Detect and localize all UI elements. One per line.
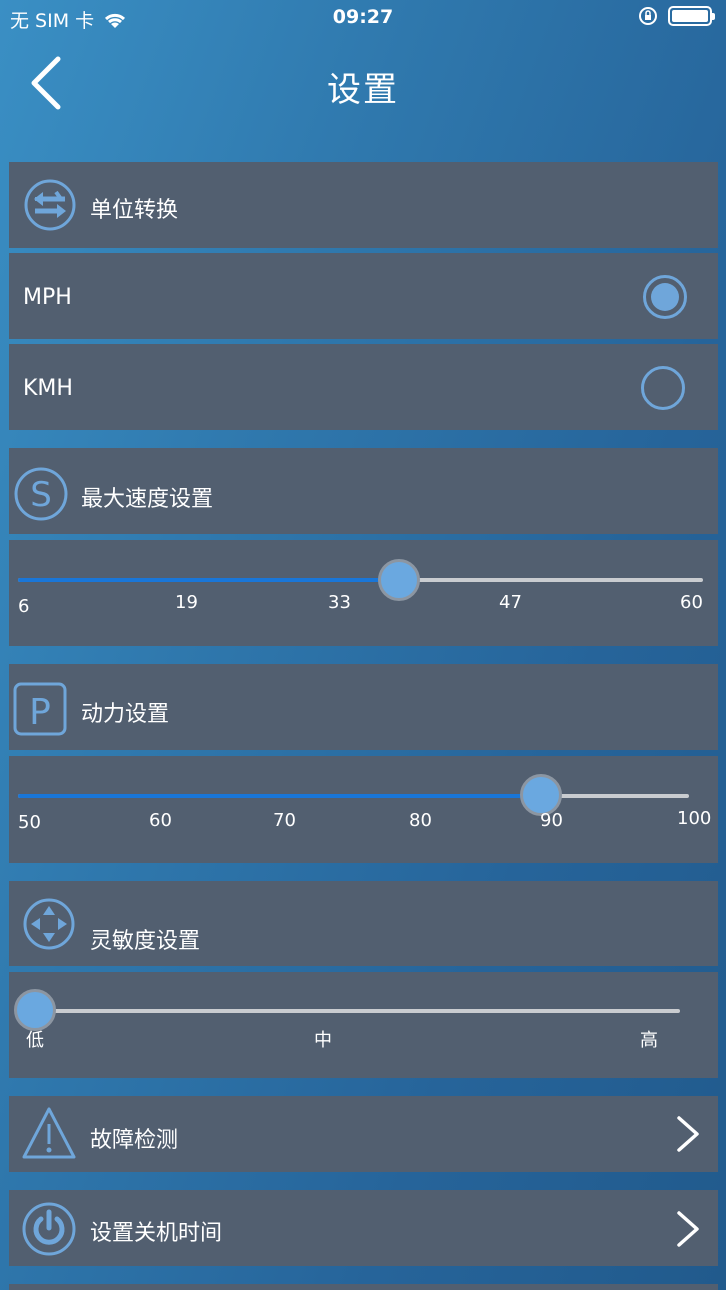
power-section-header: P 动力设置: [9, 664, 718, 750]
power-slider-panel: 50 60 70 80 90 100: [9, 756, 718, 863]
sensitivity-tick: 高: [640, 1030, 658, 1051]
warning-triangle-icon: [22, 1107, 76, 1159]
max-speed-tick: 47: [499, 592, 522, 613]
svg-text:P: P: [29, 692, 51, 733]
svg-text:S: S: [30, 475, 52, 515]
max-speed-track-fill: [18, 578, 399, 582]
power-track-fill: [18, 794, 542, 798]
parking-p-icon: P: [13, 682, 67, 736]
power-tick: 70: [273, 810, 296, 831]
max-speed-slider-panel: 6 19 33 47 60: [9, 540, 718, 646]
power-tick: 100: [677, 808, 712, 829]
sensitivity-section-title: 灵敏度设置: [90, 929, 201, 954]
rotation-lock-icon: [639, 7, 657, 25]
fault-detection-label: 故障检测: [90, 1128, 179, 1153]
unit-option-label: MPH: [23, 285, 72, 310]
max-speed-tick: 6: [18, 596, 30, 617]
battery-icon: [668, 6, 715, 26]
status-time: 09:27: [332, 6, 394, 28]
shutdown-time-label: 设置关机时间: [90, 1221, 223, 1246]
chevron-right-icon[interactable]: [675, 1211, 701, 1247]
unit-option-kmh[interactable]: KMH: [9, 344, 718, 430]
power-tick: 90: [540, 810, 563, 831]
unit-option-label: KMH: [23, 376, 73, 401]
status-bar-right: [638, 6, 715, 26]
kmh-radio[interactable]: [641, 366, 685, 410]
page-title: 设置: [327, 70, 399, 110]
power-section-title: 动力设置: [81, 702, 170, 727]
directional-pad-icon: [23, 898, 75, 950]
power-icon: [22, 1202, 76, 1256]
power-tick: 50: [18, 812, 41, 833]
unit-option-mph[interactable]: MPH: [9, 253, 718, 339]
mph-radio[interactable]: [643, 275, 687, 319]
sensitivity-tick: 中: [314, 1030, 332, 1051]
max-speed-tick: 19: [175, 592, 198, 613]
fault-detection-row[interactable]: 故障检测: [9, 1096, 718, 1172]
sensitivity-slider-panel: 低 中 高: [9, 972, 718, 1078]
speed-s-icon: S: [14, 467, 68, 521]
max-speed-title: 最大速度设置: [81, 487, 214, 512]
sensitivity-tick: 低: [26, 1030, 44, 1051]
sensitivity-track[interactable]: [35, 1009, 680, 1013]
power-tick: 80: [409, 810, 432, 831]
power-tick: 60: [149, 810, 172, 831]
unit-section-title: 单位转换: [90, 198, 179, 223]
swap-arrows-icon: [24, 179, 76, 231]
max-speed-tick: 33: [328, 592, 351, 613]
chevron-right-icon[interactable]: [675, 1116, 701, 1152]
max-speed-slider-thumb[interactable]: [377, 559, 420, 601]
sensitivity-slider-thumb[interactable]: [14, 989, 56, 1031]
sensitivity-section-header: 灵敏度设置: [9, 881, 718, 966]
next-row-partial: [9, 1284, 718, 1290]
shutdown-time-row[interactable]: 设置关机时间: [9, 1190, 718, 1266]
unit-section-header: 单位转换: [9, 162, 718, 248]
max-speed-tick: 60: [680, 592, 703, 613]
max-speed-section-header: S 最大速度设置: [9, 448, 718, 534]
